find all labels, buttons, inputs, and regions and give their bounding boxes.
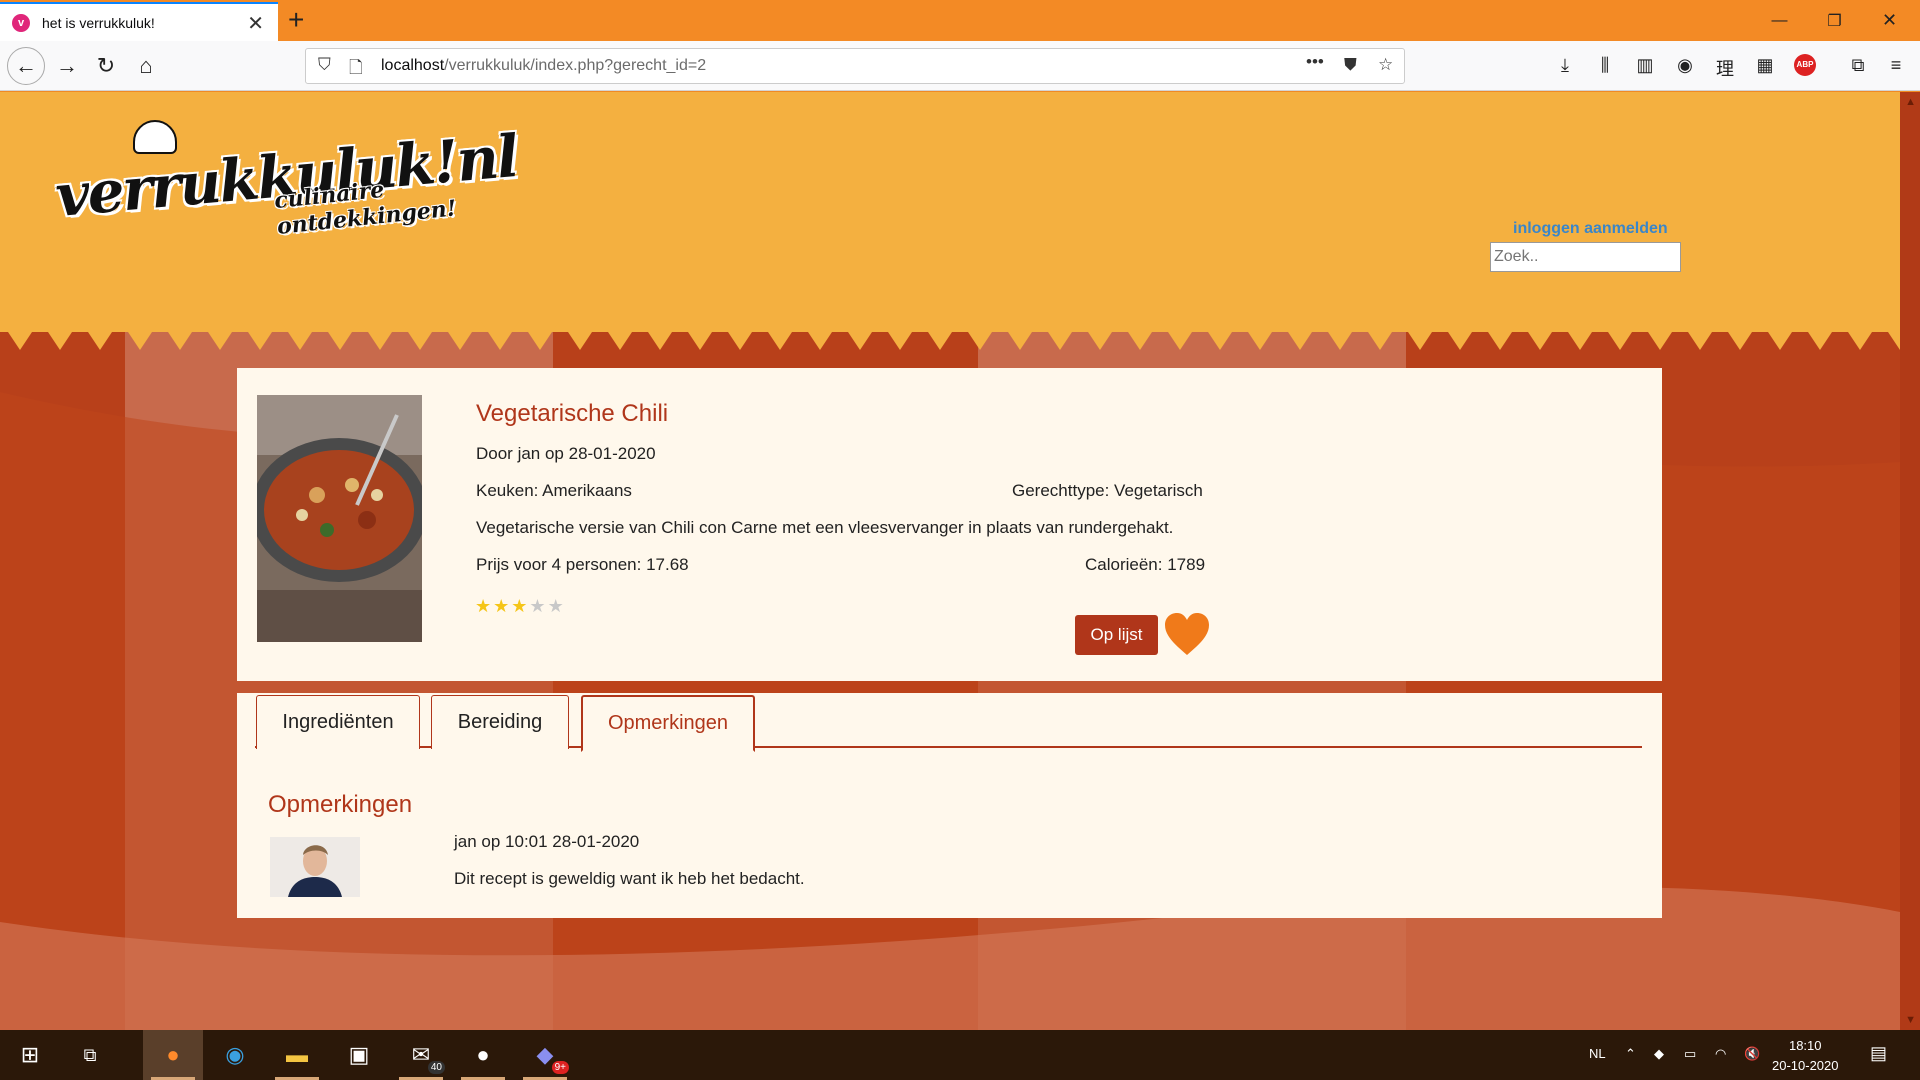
web-page: verrukkuluk!nl culinaire ontdekkingen! i… — [0, 92, 1900, 1030]
comments-title: Opmerkingen — [268, 791, 413, 818]
comment-text: Dit recept is geweldig want ik heb het b… — [454, 869, 805, 888]
tray-chevron-icon[interactable]: ⌃ — [1625, 1046, 1636, 1062]
site-favicon-icon: v — [12, 13, 30, 32]
site-logo[interactable]: verrukkuluk!nl culinaire ontdekkingen! — [53, 112, 545, 240]
extensions-icon[interactable]: ⧉ — [1845, 55, 1871, 76]
browser-tab-title: het is verrukkuluk! — [42, 14, 155, 31]
tab-preparation[interactable]: Bereiding — [431, 695, 569, 749]
adblock-icon[interactable]: ABP — [1794, 54, 1816, 76]
back-icon[interactable]: ← — [7, 47, 45, 85]
windows-taskbar: ⊞ ⧉ ● ◉ ▬ ▣ ✉ 40 ● ◆ 9+ NL ⌃ ◆ ▭ ◠ 🔇 18:10… — [0, 1030, 1920, 1080]
favorite-heart-icon[interactable] — [1163, 611, 1211, 659]
recipe-card: Vegetarische Chili Door jan op 28-01-202… — [237, 368, 1662, 681]
extension-icon[interactable]: ▦ — [1752, 55, 1778, 76]
browser-nav-bar: ← → ↻ ⌂ ⛉ 🗋 localhost/verrukkuluk/index.… — [0, 41, 1920, 91]
rating-stars[interactable]: ★★★★★ — [475, 596, 566, 617]
file-explorer-icon[interactable]: ▬ — [267, 1030, 327, 1080]
minimize-window-icon[interactable]: — — [1752, 0, 1807, 41]
account-icon[interactable]: ◉ — [1672, 55, 1698, 76]
restore-window-icon[interactable]: ❐ — [1807, 0, 1862, 41]
start-windows-icon[interactable]: ⊞ — [0, 1030, 60, 1080]
comment-meta: jan op 10:01 28-01-2020 — [454, 832, 640, 851]
clock-date: 20-10-2020 — [1772, 1058, 1839, 1073]
taskbar-clock[interactable]: 18:10 20-10-2020 — [1772, 1036, 1839, 1076]
translate-icon[interactable]: 理 — [1712, 55, 1738, 81]
page-actions-icon[interactable]: ••• — [1306, 52, 1324, 72]
url-path: /verrukkuluk/index.php?gerecht_id=2 — [444, 57, 707, 74]
avatar — [270, 837, 360, 897]
discord-tray-icon[interactable]: ◆ — [1654, 1046, 1664, 1062]
battery-icon[interactable]: ▭ — [1684, 1046, 1696, 1062]
task-view-icon[interactable]: ⧉ — [60, 1030, 120, 1080]
library-icon[interactable]: ⫼ — [1592, 55, 1618, 76]
shield-icon[interactable]: ⛉ — [318, 55, 331, 75]
clock-time: 18:10 — [1788, 1038, 1822, 1053]
menu-icon[interactable]: ≡ — [1883, 55, 1909, 76]
notifications-icon[interactable]: ▤ — [1870, 1043, 1887, 1064]
reload-icon[interactable]: ↻ — [89, 49, 123, 83]
star-icon[interactable]: ★ — [511, 596, 529, 616]
recipe-dish-type: Gerechttype: Vegetarisch — [1012, 481, 1203, 500]
edge-taskbar-icon[interactable]: ◉ — [205, 1030, 265, 1080]
recipe-kitchen: Keuken: Amerikaans — [476, 481, 632, 500]
star-icon[interactable]: ★ — [529, 596, 547, 616]
browser-tab[interactable]: v het is verrukkuluk! ✕ — [0, 2, 278, 41]
recipe-description: Vegetarische versie van Chili con Carne … — [476, 518, 1174, 537]
pocket-icon[interactable]: ⛊ — [1344, 55, 1357, 75]
close-tab-icon[interactable]: ✕ — [247, 11, 264, 36]
scroll-up-icon[interactable]: ▲ — [1905, 96, 1916, 108]
login-register-links[interactable]: inloggen aanmelden — [1513, 220, 1668, 238]
github-icon[interactable]: ● — [453, 1030, 513, 1080]
recipe-calories: Calorieën: 1789 — [1085, 555, 1206, 574]
recipe-title: Vegetarische Chili — [476, 400, 669, 427]
url-text[interactable]: localhost/verrukkuluk/index.php?gerecht_… — [381, 57, 706, 75]
chef-hat-icon — [133, 120, 177, 154]
recipe-image — [257, 395, 422, 642]
page-icon: 🗋 — [349, 58, 363, 77]
search-input[interactable] — [1490, 242, 1681, 272]
mail-badge: 40 — [427, 1061, 445, 1074]
scroll-down-icon[interactable]: ▼ — [1905, 1014, 1916, 1026]
page-scrollbar[interactable]: ▲ ▼ — [1900, 92, 1920, 1030]
bookmark-star-icon[interactable]: ☆ — [1378, 55, 1393, 75]
store-icon[interactable]: ▣ — [329, 1030, 389, 1080]
discord-badge: 9+ — [551, 1061, 569, 1074]
recipe-tabs-card: Ingrediënten Bereiding Opmerkingen Opmer… — [237, 693, 1662, 918]
firefox-taskbar-icon[interactable]: ● — [143, 1030, 203, 1080]
new-tab-icon[interactable]: + — [288, 4, 304, 36]
address-bar[interactable]: ⛉ 🗋 localhost/verrukkuluk/index.php?gere… — [305, 48, 1405, 84]
tab-ingredients[interactable]: Ingrediënten — [256, 695, 420, 749]
discord-taskbar-icon[interactable]: ◆ 9+ — [515, 1030, 575, 1080]
forward-icon[interactable]: → — [50, 49, 84, 83]
recipe-author: Door jan op 28-01-2020 — [476, 444, 656, 463]
star-icon[interactable]: ★ — [475, 596, 493, 616]
url-host: localhost — [381, 57, 445, 74]
browser-tab-bar: v het is verrukkuluk! ✕ + — ❐ ✕ — [0, 0, 1920, 41]
star-icon[interactable]: ★ — [548, 596, 566, 616]
close-window-icon[interactable]: ✕ — [1862, 0, 1917, 41]
recipe-price: Prijs voor 4 personen: 17.68 — [476, 555, 689, 574]
downloads-icon[interactable]: ⤓ — [1552, 55, 1578, 76]
tab-comments[interactable]: Opmerkingen — [581, 695, 755, 752]
volume-muted-icon[interactable]: 🔇 — [1744, 1046, 1760, 1062]
language-indicator[interactable]: NL — [1589, 1046, 1606, 1061]
mail-icon[interactable]: ✉ 40 — [391, 1030, 451, 1080]
header-zigzag — [0, 310, 1900, 350]
home-icon[interactable]: ⌂ — [129, 49, 163, 83]
star-icon[interactable]: ★ — [493, 596, 511, 616]
add-to-list-button[interactable]: Op lijst — [1075, 615, 1158, 655]
sidebar-icon[interactable]: ▥ — [1632, 55, 1658, 76]
wifi-icon[interactable]: ◠ — [1715, 1046, 1726, 1062]
